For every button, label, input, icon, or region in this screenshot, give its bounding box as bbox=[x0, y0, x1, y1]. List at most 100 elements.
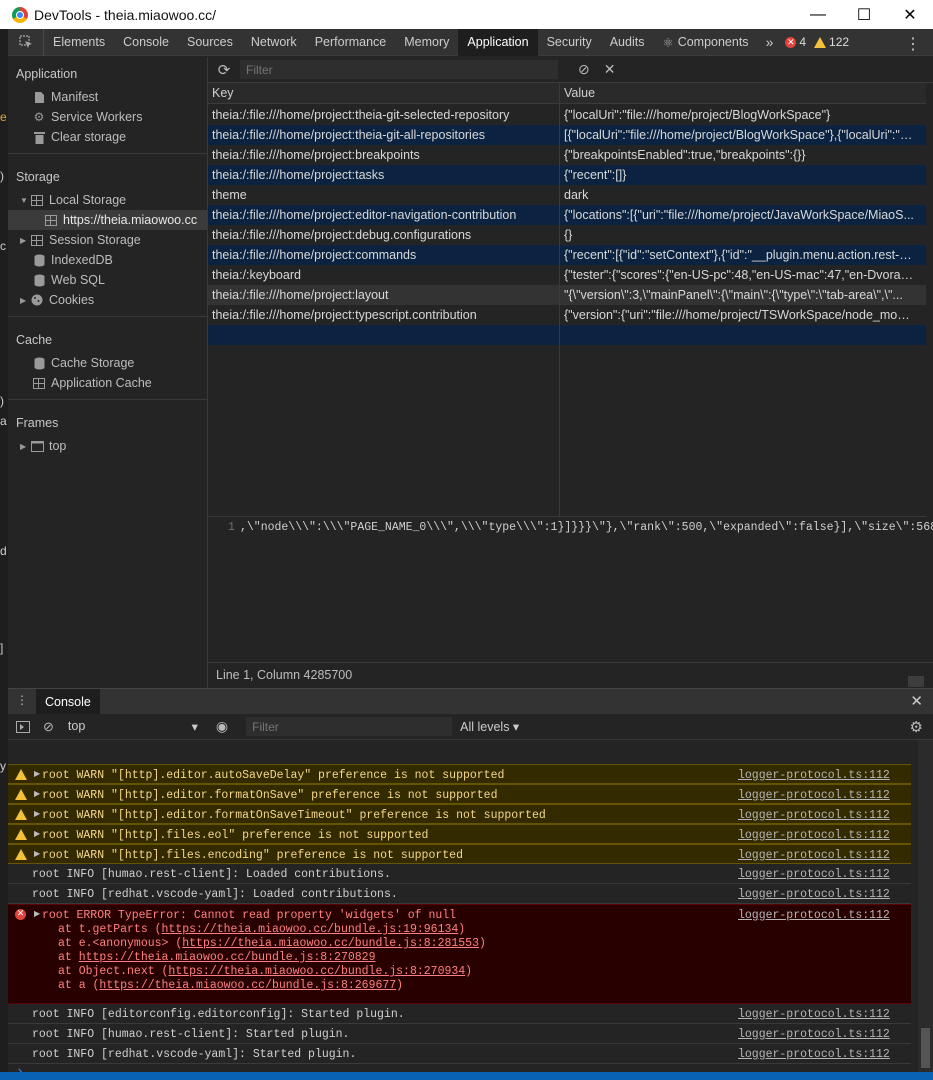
console-message-info[interactable]: root INFO [redhat.vscode-yaml]: Loaded c… bbox=[8, 884, 911, 904]
clear-console-icon[interactable]: ⊘ bbox=[43, 719, 54, 735]
table-row[interactable]: theia:/:file:///home/project:theia-git-s… bbox=[208, 105, 926, 125]
sidebar-item-local-storage-origin[interactable]: https://theia.miaowoo.cc bbox=[8, 210, 208, 230]
maximize-button[interactable]: ☐ bbox=[841, 0, 887, 29]
table-row[interactable]: theia:/:file:///home/project:typescript.… bbox=[208, 305, 926, 325]
sidebar-item-local-storage[interactable]: ▼ Local Storage bbox=[20, 190, 126, 210]
sidebar-item-cache-storage[interactable]: Cache Storage bbox=[32, 353, 134, 373]
tab-components[interactable]: ⚛ Components bbox=[653, 29, 757, 56]
console-message-warning[interactable]: ▶ root WARN "[http].editor.formatOnSaveT… bbox=[8, 804, 911, 824]
close-window-button[interactable]: ✕ bbox=[887, 0, 933, 29]
tab-network[interactable]: Network bbox=[242, 29, 306, 56]
warning-icon bbox=[814, 36, 827, 48]
expand-arrow-icon[interactable]: ▶ bbox=[34, 769, 40, 779]
row-value: {"localUri":"file:///home/project/BlogWo… bbox=[564, 108, 831, 122]
delete-selected-icon[interactable]: ✕ bbox=[604, 61, 616, 78]
table-row[interactable]: theia:/:file:///home/project:tasks {"rece… bbox=[208, 165, 926, 185]
warning-icon bbox=[15, 789, 27, 800]
console-message-info[interactable]: root INFO [humao.rest-client]: Loaded co… bbox=[8, 864, 911, 884]
console-message-info[interactable]: root INFO [redhat.vscode-yaml]: Started … bbox=[8, 1044, 911, 1064]
source-link[interactable]: logger-protocol.ts:112 bbox=[738, 789, 890, 802]
source-link[interactable]: logger-protocol.ts:112 bbox=[738, 769, 890, 782]
warning-icon bbox=[15, 809, 27, 820]
console-scrollbar[interactable] bbox=[918, 740, 933, 1080]
drawer-tab-console[interactable]: Console bbox=[36, 689, 100, 715]
table-row[interactable]: theia:/:file:///home/project:editor-navi… bbox=[208, 205, 926, 225]
sidebar-item-cookies[interactable]: ▶ Cookies bbox=[20, 290, 94, 310]
console-settings-gear-icon[interactable]: ⚙ bbox=[910, 718, 923, 736]
tab-memory[interactable]: Memory bbox=[395, 29, 458, 56]
source-link[interactable]: logger-protocol.ts:112 bbox=[738, 868, 890, 881]
console-toolbar: ⊘ top ▾ ◉ All levels ▾ ⚙ bbox=[8, 714, 933, 740]
close-drawer-icon[interactable]: ✕ bbox=[910, 692, 923, 710]
context-selector[interactable]: top ▾ bbox=[68, 719, 198, 734]
source-link[interactable]: logger-protocol.ts:112 bbox=[738, 849, 890, 862]
console-message-warning[interactable]: ▶ root WARN "[http].editor.autoSaveDelay… bbox=[8, 764, 911, 784]
table-row[interactable]: theme dark bbox=[208, 185, 926, 205]
console-message-error[interactable]: ✕ ▶ root ERROR TypeError: Cannot read pro… bbox=[8, 904, 911, 1004]
expand-arrow-icon[interactable]: ▶ bbox=[34, 849, 40, 859]
log-levels-dropdown[interactable]: All levels ▾ bbox=[460, 719, 519, 734]
tab-audits[interactable]: Audits bbox=[601, 29, 654, 56]
stack-link[interactable]: https://theia.miaowoo.cc/bundle.js:8:270… bbox=[79, 951, 376, 964]
sidebar-item-service-workers[interactable]: ⚙ Service Workers bbox=[32, 107, 143, 127]
console-message-warning[interactable]: ▶ root WARN "[http].editor.formatOnSave"… bbox=[8, 784, 911, 804]
refresh-icon[interactable]: ⟳ bbox=[208, 61, 240, 79]
expand-arrow-icon[interactable]: ▶ bbox=[34, 829, 40, 839]
column-header-value[interactable]: Value bbox=[564, 86, 595, 100]
expand-arrow-icon[interactable]: ▶ bbox=[34, 909, 40, 919]
stack-link[interactable]: https://theia.miaowoo.cc/bundle.js:8:269… bbox=[99, 979, 396, 992]
table-row-empty[interactable] bbox=[208, 325, 926, 345]
expand-arrow-icon: ▶ bbox=[20, 295, 27, 305]
sidebar-item-manifest[interactable]: Manifest bbox=[32, 87, 98, 107]
source-link[interactable]: logger-protocol.ts:112 bbox=[738, 1008, 890, 1021]
minimize-button[interactable]: — bbox=[795, 0, 841, 29]
tab-application[interactable]: Application bbox=[458, 28, 538, 56]
devtools-menu-icon[interactable]: ⋮ bbox=[905, 34, 921, 54]
editor-status-bar bbox=[0, 1072, 933, 1080]
column-header-key[interactable]: Key bbox=[212, 86, 234, 100]
clear-all-icon[interactable]: ⊘ bbox=[578, 61, 590, 78]
console-filter-input[interactable] bbox=[246, 717, 453, 736]
source-link[interactable]: logger-protocol.ts:112 bbox=[738, 888, 890, 901]
stack-link[interactable]: https://theia.miaowoo.cc/bundle.js:19:96… bbox=[162, 923, 459, 936]
more-tabs-button[interactable]: » bbox=[758, 34, 782, 50]
tab-security[interactable]: Security bbox=[538, 29, 601, 56]
drawer-menu-icon[interactable]: ⋮ bbox=[16, 693, 28, 707]
storage-filter-input[interactable] bbox=[240, 60, 558, 79]
console-message-warning[interactable]: ▶ root WARN "[http].files.eol" preferenc… bbox=[8, 824, 911, 844]
table-row-selected[interactable]: theia:/:file:///home/project:layout "{\"v… bbox=[208, 285, 926, 305]
sidebar-item-indexeddb[interactable]: IndexedDB bbox=[32, 250, 113, 270]
tab-sources[interactable]: Sources bbox=[178, 29, 242, 56]
expand-arrow-icon[interactable]: ▶ bbox=[34, 789, 40, 799]
sidebar-item-websql[interactable]: Web SQL bbox=[32, 270, 105, 290]
source-link[interactable]: logger-protocol.ts:112 bbox=[738, 829, 890, 842]
sidebar-item-application-cache[interactable]: Application Cache bbox=[32, 373, 152, 393]
table-row[interactable]: theia:/:file:///home/project:theia-git-a… bbox=[208, 125, 926, 145]
source-link[interactable]: logger-protocol.ts:112 bbox=[738, 909, 890, 922]
table-row[interactable]: theia:/:file:///home/project:commands {"r… bbox=[208, 245, 926, 265]
table-row[interactable]: theia:/:file:///home/project:breakpoints… bbox=[208, 145, 926, 165]
table-row[interactable]: theia:/:keyboard {"tester":{"scores":{"en… bbox=[208, 265, 926, 285]
inspect-element-icon[interactable] bbox=[8, 28, 44, 56]
sidebar-item-clear-storage[interactable]: Clear storage bbox=[32, 127, 126, 147]
column-separator[interactable] bbox=[559, 83, 560, 517]
console-message-info[interactable]: root INFO [humao.rest-client]: Started p… bbox=[8, 1024, 911, 1044]
sidebar-item-session-storage[interactable]: ▶ Session Storage bbox=[20, 230, 141, 250]
console-message-warning[interactable]: ▶ root WARN "[http].files.encoding" pref… bbox=[8, 844, 911, 864]
tab-elements[interactable]: Elements bbox=[44, 29, 114, 56]
source-link[interactable]: logger-protocol.ts:112 bbox=[738, 1028, 890, 1041]
show-sidebar-icon[interactable] bbox=[16, 720, 30, 733]
scrollbar-thumb[interactable] bbox=[921, 1028, 930, 1068]
source-link[interactable]: logger-protocol.ts:112 bbox=[738, 809, 890, 822]
console-message-info[interactable]: root INFO [editorconfig.editorconfig]: S… bbox=[8, 1004, 911, 1024]
stack-link[interactable]: https://theia.miaowoo.cc/bundle.js:8:281… bbox=[182, 937, 479, 950]
issue-counter[interactable]: ✕ 4 122 bbox=[785, 35, 849, 49]
expand-arrow-icon[interactable]: ▶ bbox=[34, 809, 40, 819]
tab-console[interactable]: Console bbox=[114, 29, 178, 56]
table-row[interactable]: theia:/:file:///home/project:debug.confi… bbox=[208, 225, 926, 245]
stack-link[interactable]: https://theia.miaowoo.cc/bundle.js:8:270… bbox=[168, 965, 465, 978]
source-link[interactable]: logger-protocol.ts:112 bbox=[738, 1048, 890, 1061]
live-expression-eye-icon[interactable]: ◉ bbox=[216, 718, 228, 735]
sidebar-item-frame-top[interactable]: ▶ top bbox=[20, 436, 66, 456]
tab-performance[interactable]: Performance bbox=[306, 29, 396, 56]
